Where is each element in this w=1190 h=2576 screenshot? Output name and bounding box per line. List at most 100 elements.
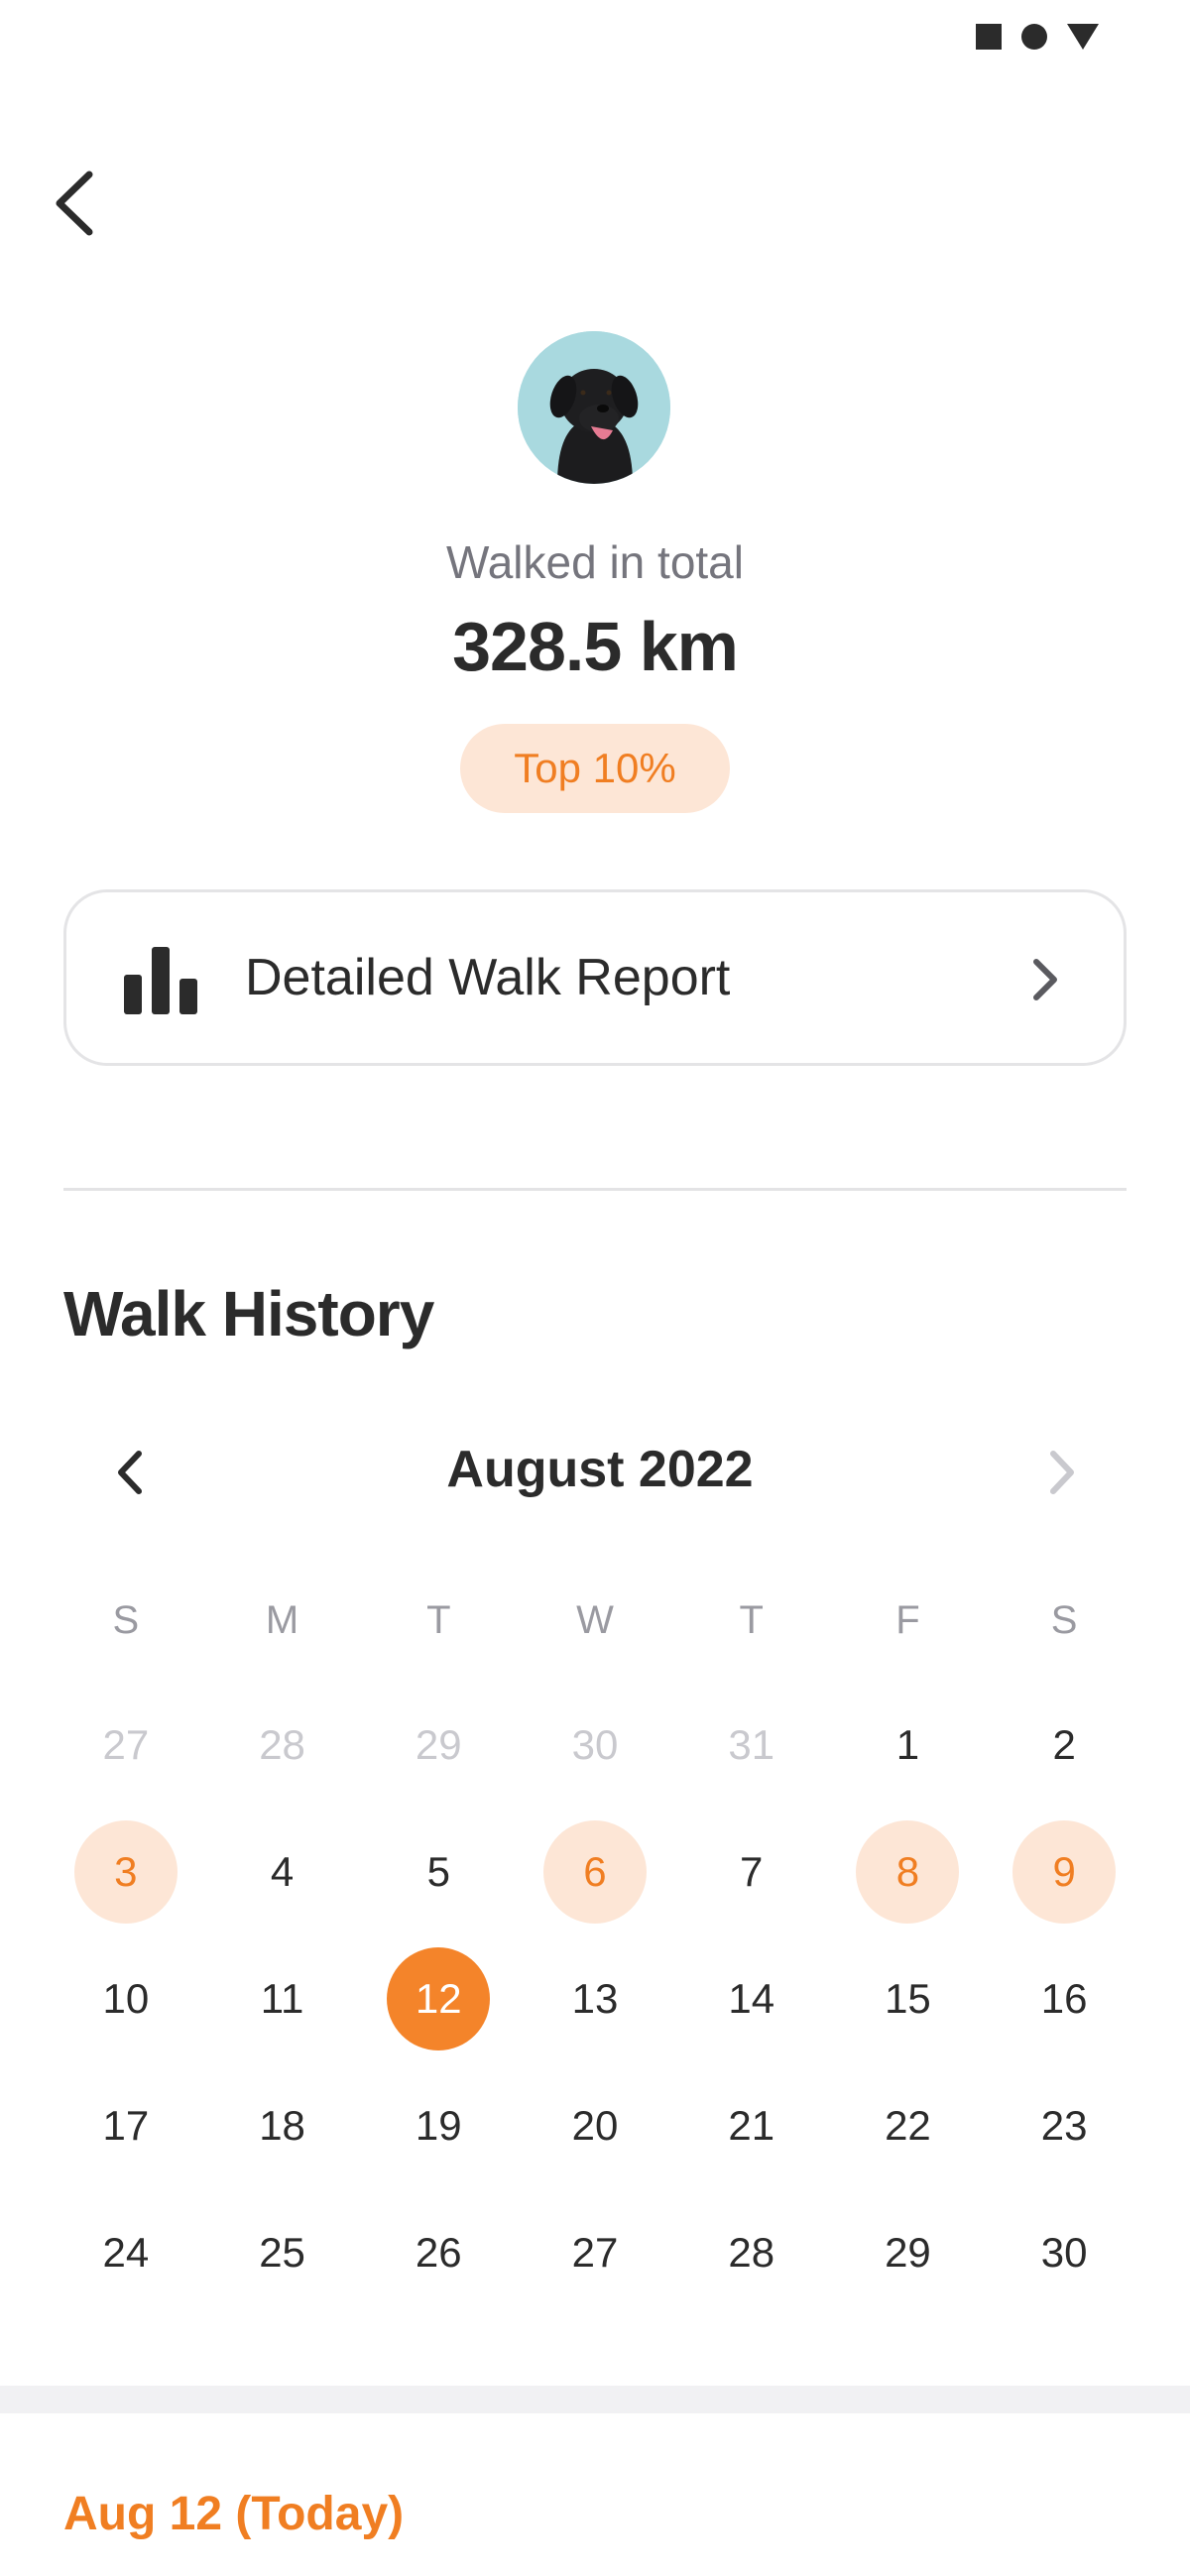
- calendar-day-cell: 11: [204, 1935, 361, 2062]
- calendar-day-cell: 17: [48, 2062, 204, 2189]
- calendar-day[interactable]: 18: [231, 2074, 334, 2177]
- chevron-left-icon: [56, 171, 93, 236]
- calendar-day-cell: 24: [48, 2189, 204, 2316]
- calendar-day[interactable]: 19: [387, 2074, 490, 2177]
- calendar-day[interactable]: 15: [856, 1947, 959, 2050]
- calendar-day-grid: 27 28 29 30 31 1 2 3 4 5 6 7 8 9 10 11 12 13 14 15 16 17 18 19 2…: [48, 1682, 1142, 2316]
- calendar-day-cell: 14: [673, 1935, 830, 2062]
- selected-date-label: Aug 12 (Today): [63, 2488, 405, 2540]
- calendar-day-walked[interactable]: 9: [1012, 1820, 1117, 1924]
- calendar-day-cell: 6: [517, 1809, 673, 1935]
- weekday-label: F: [895, 1598, 920, 1642]
- status-bar: [0, 0, 1190, 79]
- calendar-day-cell: 23: [986, 2062, 1142, 2189]
- calendar-day-cell: 21: [673, 2062, 830, 2189]
- calendar-day[interactable]: 28: [700, 2201, 803, 2304]
- calendar-day[interactable]: 20: [543, 2074, 647, 2177]
- calendar-day-cell: 27: [48, 1682, 204, 1809]
- calendar-day-cell: 28: [673, 2189, 830, 2316]
- calendar-day[interactable]: 29: [387, 1694, 490, 1797]
- calendar-day-cell: 9: [986, 1809, 1142, 1935]
- calendar-day[interactable]: 28: [231, 1694, 334, 1797]
- calendar-day[interactable]: 16: [1012, 1947, 1116, 2050]
- weekday-label: M: [265, 1598, 299, 1642]
- calendar-day-walked[interactable]: 8: [856, 1820, 960, 1924]
- calendar-day-cell: 2: [986, 1682, 1142, 1809]
- calendar-day-walked[interactable]: 6: [542, 1820, 647, 1924]
- calendar-day[interactable]: 14: [700, 1947, 803, 2050]
- square-icon: [976, 24, 1002, 50]
- calendar-day[interactable]: 7: [700, 1820, 803, 1924]
- calendar-day-cell: 29: [360, 1682, 517, 1809]
- calendar-day[interactable]: 13: [543, 1947, 647, 2050]
- triangle-icon: [1067, 24, 1099, 50]
- calendar-day[interactable]: 21: [700, 2074, 803, 2177]
- section-separator: [0, 2386, 1190, 2413]
- calendar-day-cell: 10: [48, 1935, 204, 2062]
- calendar-day[interactable]: 27: [543, 2201, 647, 2304]
- calendar-day[interactable]: 2: [1012, 1694, 1116, 1797]
- calendar-day-cell: 29: [830, 2189, 987, 2316]
- calendar-day[interactable]: 5: [387, 1820, 490, 1924]
- calendar-month-label: August 2022: [446, 1441, 754, 1498]
- calendar-day-cell: 15: [830, 1935, 987, 2062]
- calendar-day-cell: 26: [360, 2189, 517, 2316]
- chevron-left-icon: [118, 1451, 142, 1494]
- walk-history-title: Walk History: [63, 1278, 434, 1349]
- weekday-label: W: [576, 1598, 614, 1642]
- calendar-day-cell: 30: [986, 2189, 1142, 2316]
- calendar-day[interactable]: 24: [74, 2201, 178, 2304]
- previous-month-button[interactable]: [95, 1428, 165, 1517]
- calendar-day-cell: 28: [204, 1682, 361, 1809]
- calendar-day-cell: 30: [517, 1682, 673, 1809]
- calendar-day-cell: 13: [517, 1935, 673, 2062]
- calendar-day[interactable]: 1: [856, 1694, 959, 1797]
- divider: [63, 1188, 1127, 1191]
- calendar-day[interactable]: 11: [231, 1947, 334, 2050]
- calendar-day-cell: 25: [204, 2189, 361, 2316]
- calendar-day-cell: 27: [517, 2189, 673, 2316]
- calendar-day[interactable]: 27: [74, 1694, 178, 1797]
- weekday-label: S: [112, 1598, 140, 1642]
- calendar-day[interactable]: 25: [231, 2201, 334, 2304]
- calendar-day-cell: 20: [517, 2062, 673, 2189]
- calendar-day-cell: 12: [360, 1935, 517, 2062]
- calendar-weekday-row: S M T W T F S: [48, 1590, 1142, 1650]
- weekday-label: T: [739, 1598, 764, 1642]
- weekday-label: T: [426, 1598, 451, 1642]
- calendar-day-cell: 5: [360, 1809, 517, 1935]
- dog-avatar: [518, 331, 670, 484]
- calendar-day[interactable]: 29: [856, 2201, 959, 2304]
- calendar-day-cell: 7: [673, 1809, 830, 1935]
- calendar-day-cell: 18: [204, 2062, 361, 2189]
- walked-total-label: Walked in total: [446, 536, 744, 588]
- calendar-day[interactable]: 30: [1012, 2201, 1116, 2304]
- next-month-button[interactable]: [1027, 1428, 1097, 1517]
- detailed-walk-report-button[interactable]: Detailed Walk Report: [63, 889, 1127, 1066]
- calendar-day-cell: 22: [830, 2062, 987, 2189]
- back-button[interactable]: [52, 159, 131, 248]
- calendar-day[interactable]: 22: [856, 2074, 959, 2177]
- calendar-day[interactable]: 31: [700, 1694, 803, 1797]
- calendar-day-today[interactable]: 12: [387, 1947, 491, 2050]
- status-icons: [976, 24, 1099, 50]
- calendar-day[interactable]: 10: [74, 1947, 178, 2050]
- walked-total-value: 328.5 km: [452, 608, 739, 685]
- weekday-label: S: [1050, 1598, 1078, 1642]
- calendar-day[interactable]: 30: [543, 1694, 647, 1797]
- calendar-day-cell: 16: [986, 1935, 1142, 2062]
- rank-badge: Top 10%: [460, 724, 730, 813]
- calendar-day-cell: 19: [360, 2062, 517, 2189]
- chevron-right-icon: [1050, 1451, 1074, 1494]
- chevron-right-icon: [1033, 959, 1057, 1000]
- calendar-day-cell: 3: [48, 1809, 204, 1935]
- calendar-day-walked[interactable]: 3: [73, 1820, 178, 1924]
- circle-icon: [1021, 24, 1047, 50]
- calendar-day[interactable]: 23: [1012, 2074, 1116, 2177]
- calendar-day-cell: 4: [204, 1809, 361, 1935]
- calendar-day-cell: 1: [830, 1682, 987, 1809]
- calendar-day[interactable]: 4: [231, 1820, 334, 1924]
- dog-photo-icon: [518, 331, 670, 484]
- calendar-day[interactable]: 17: [74, 2074, 178, 2177]
- calendar-day[interactable]: 26: [387, 2201, 490, 2304]
